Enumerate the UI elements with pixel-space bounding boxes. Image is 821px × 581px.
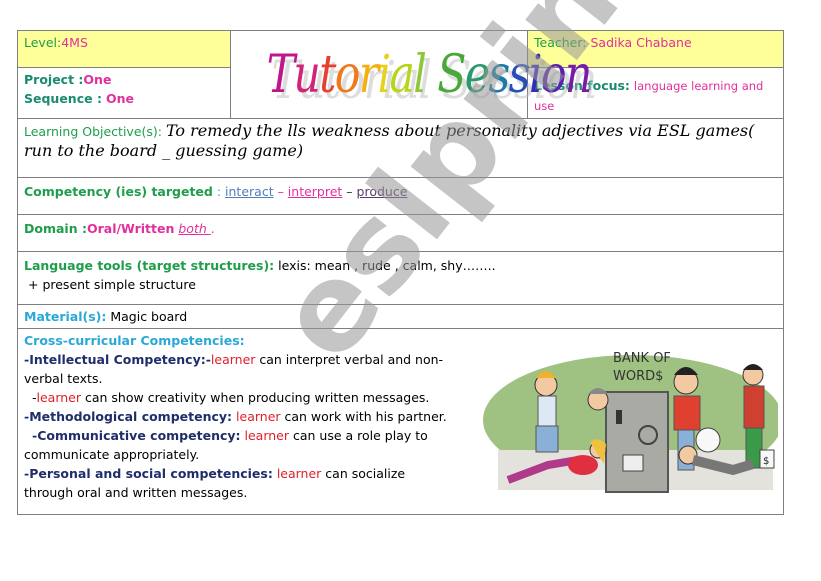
cross-curricular-heading: Cross-curricular Competencies: xyxy=(24,333,245,348)
person-left-icon xyxy=(534,371,559,453)
competency-link-interact[interactable]: interact xyxy=(225,184,274,199)
language-tools-lexis: lexis: mean , rude , calm, shy…….. xyxy=(278,258,496,273)
title-letter: n xyxy=(564,44,592,105)
domain-period: . xyxy=(210,221,215,236)
learner-word: learner xyxy=(276,466,322,481)
title-letter: r xyxy=(358,44,379,105)
title-letter: o xyxy=(540,44,567,105)
person-peeking-icon xyxy=(587,388,609,411)
title-letter xyxy=(425,45,437,105)
safe-sign xyxy=(622,454,644,472)
objective-cell: Learning Objective(s): To remedy the lls… xyxy=(17,118,784,178)
page-title: Tutorial Session xyxy=(266,35,593,115)
project-cell: Project :One Sequence : One xyxy=(17,67,231,119)
domain-cell: Domain :Oral/Written both . xyxy=(17,214,784,252)
sequence-label: Sequence : xyxy=(24,91,102,106)
title-letter: u xyxy=(293,44,320,105)
competency-link-produce[interactable]: produce xyxy=(357,184,408,199)
material-value: Magic board xyxy=(110,309,188,324)
competency-cell: Competency (ies) targeted : interact – i… xyxy=(17,177,784,215)
communicative-competency: -Communicative competency: learner can u… xyxy=(24,426,449,464)
learner-word: learner xyxy=(244,428,290,443)
level-cell: Level:4MS xyxy=(17,30,231,68)
title-letter: S xyxy=(437,44,466,105)
title-letter: i xyxy=(377,44,391,105)
material-cell: Material(s): Magic board xyxy=(17,304,784,329)
title-letter: i xyxy=(528,44,543,105)
competency-separator: : xyxy=(212,184,226,199)
domain-value: Oral/Written xyxy=(86,221,175,236)
learner-word: learner xyxy=(210,352,256,367)
personal-social-competency: -Personal and social competencies: learn… xyxy=(24,464,449,502)
methodological-text: can work with his partner. xyxy=(280,409,447,424)
title-letter: t xyxy=(319,44,336,105)
language-tools-label: Language tools (target structures): xyxy=(24,258,275,273)
safe-icon xyxy=(605,391,669,493)
sequence-value: One xyxy=(105,91,134,106)
title-letter: s xyxy=(488,44,510,105)
intellectual-competency: -Intellectual Competency:-learner can in… xyxy=(24,350,449,388)
methodological-competency: -Methodological competency: learner can … xyxy=(24,407,449,426)
bag-label: $ xyxy=(763,456,769,467)
learner-word: learner xyxy=(236,409,281,424)
title-letter: e xyxy=(464,44,490,105)
level-value: 4MS xyxy=(61,35,88,50)
methodological-label: -Methodological competency: xyxy=(24,409,233,424)
domain-label: Domain : xyxy=(24,221,87,236)
intellectual-competency-2: -learner can show creativity when produc… xyxy=(24,388,449,407)
intellectual-text-2: can show creativity when producing writt… xyxy=(81,390,430,405)
personal-social-label: -Personal and social competencies: xyxy=(24,466,273,481)
material-label: Material(s): xyxy=(24,309,107,324)
teacher-value: Sadika Chabane xyxy=(590,35,692,50)
language-tools-structure: + present simple structure xyxy=(28,277,196,292)
title-letter: l xyxy=(413,44,427,105)
competency-link-interpret[interactable]: interpret xyxy=(288,184,343,199)
title-letter: T xyxy=(266,44,295,105)
dash: – xyxy=(342,184,357,199)
title-letter: s xyxy=(508,44,531,105)
safe-keyhole xyxy=(616,410,622,424)
competency-label: Competency (ies) targeted xyxy=(24,184,213,199)
bank-of-words-illustration: BANK OF WORD$ $ xyxy=(483,351,778,493)
project-label: Project : xyxy=(24,72,84,87)
caption-line-1: BANK OF xyxy=(613,351,671,366)
objective-label: Learning Objective(s): xyxy=(24,124,162,139)
dash: – xyxy=(273,184,288,199)
communicative-label: -Communicative competency: xyxy=(32,428,241,443)
intellectual-label: -Intellectual Competency:- xyxy=(24,352,211,367)
learner-word: learner xyxy=(36,390,82,405)
title-letter: a xyxy=(389,44,415,105)
language-tools-cell: Language tools (target structures): lexi… xyxy=(17,251,784,305)
level-label: Level: xyxy=(24,35,62,50)
domain-extra: both xyxy=(178,221,211,236)
title-cell: Tutorial Session xyxy=(230,30,592,119)
project-value: One xyxy=(83,72,112,87)
caption-line-2: WORD$ xyxy=(613,369,663,384)
title-letter: o xyxy=(334,44,361,105)
